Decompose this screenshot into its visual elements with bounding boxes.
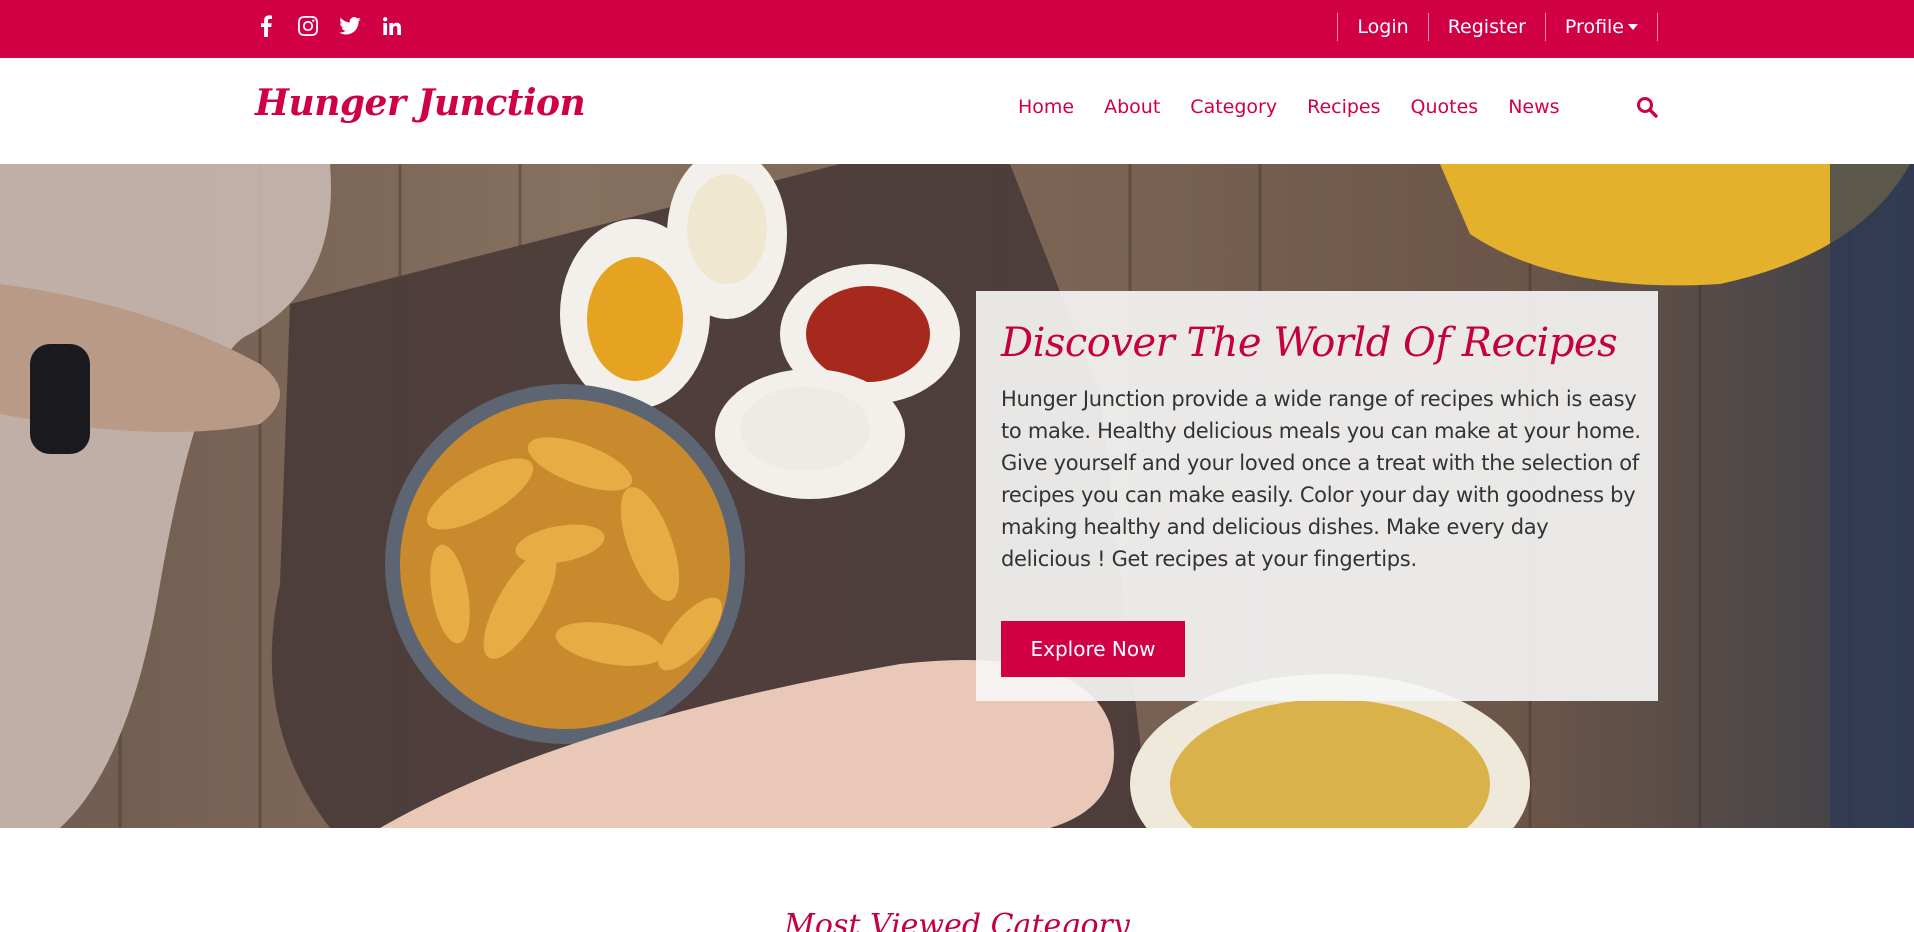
explore-now-button[interactable]: Explore Now xyxy=(1001,621,1185,677)
section-heading: Most Viewed Category xyxy=(784,908,1130,932)
divider xyxy=(1657,13,1658,41)
profile-dropdown[interactable]: Profile xyxy=(1546,16,1657,38)
linkedin-icon[interactable] xyxy=(381,14,403,38)
twitter-icon[interactable] xyxy=(339,14,361,38)
hero-description: Hunger Junction provide a wide range of … xyxy=(1001,387,1641,571)
register-link[interactable]: Register xyxy=(1429,16,1545,38)
nav-quotes[interactable]: Quotes xyxy=(1411,96,1479,118)
hero-banner: Discover The World Of Recipes Hunger Jun… xyxy=(0,164,1914,828)
login-link[interactable]: Login xyxy=(1338,16,1427,38)
profile-label: Profile xyxy=(1564,16,1624,38)
top-bar: Login Register Profile xyxy=(0,0,1914,58)
facebook-icon[interactable] xyxy=(255,14,277,38)
nav-recipes[interactable]: Recipes xyxy=(1307,96,1380,118)
instagram-icon[interactable] xyxy=(297,14,319,38)
hero-card: Discover The World Of Recipes Hunger Jun… xyxy=(976,291,1658,701)
account-links: Login Register Profile xyxy=(1337,13,1658,41)
caret-down-icon xyxy=(1628,24,1638,30)
hero-title: Discover The World Of Recipes xyxy=(1001,320,1618,366)
social-links xyxy=(255,14,423,38)
main-navbar: Hunger Junction Home About Category Reci… xyxy=(0,58,1914,164)
brand-logo[interactable]: Hunger Junction xyxy=(255,82,586,124)
nav-news[interactable]: News xyxy=(1508,96,1559,118)
search-icon[interactable] xyxy=(1636,96,1660,120)
nav-menu: Home About Category Recipes Quotes News xyxy=(1018,96,1560,118)
nav-home[interactable]: Home xyxy=(1018,96,1074,118)
nav-category[interactable]: Category xyxy=(1190,96,1277,118)
nav-about[interactable]: About xyxy=(1104,96,1160,118)
